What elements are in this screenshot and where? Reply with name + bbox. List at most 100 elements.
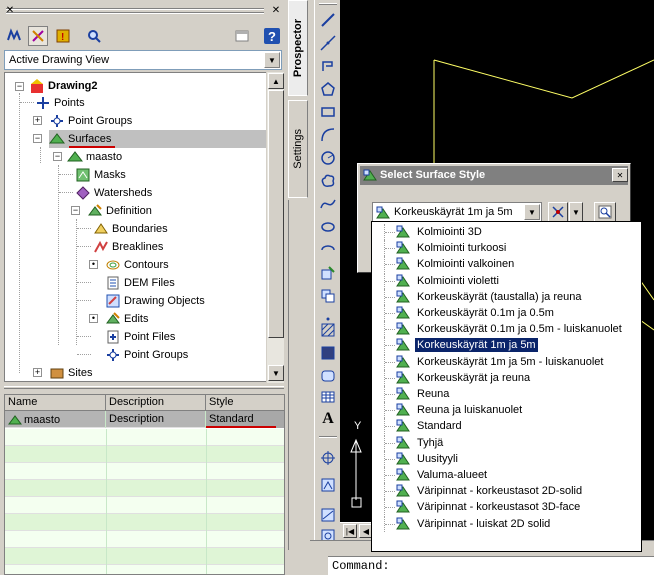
- style-select[interactable]: Korkeuskäyrät 1m ja 5m ▼: [372, 202, 542, 222]
- tab-prospector[interactable]: Prospector: [288, 0, 308, 96]
- region-icon[interactable]: [318, 366, 338, 386]
- tree-scrollbar[interactable]: ▲ ▼: [266, 72, 284, 383]
- style-menu-dropdown-icon[interactable]: ▼: [569, 202, 583, 222]
- tree-item-sites[interactable]: Sites: [49, 364, 92, 381]
- tree-item-maasto[interactable]: maasto: [67, 148, 122, 166]
- panel-close-icon[interactable]: ✕: [4, 6, 16, 18]
- expand-point-groups-icon[interactable]: +: [33, 116, 42, 125]
- surface-tool-icon[interactable]: [318, 475, 338, 495]
- style-option[interactable]: Väripinnat - korkeustasot 2D-solid: [374, 483, 639, 500]
- construction-line-icon[interactable]: [318, 33, 338, 53]
- tree-item-contours[interactable]: Contours: [105, 256, 169, 274]
- dialog-titlebar[interactable]: Select Surface Style ✕: [360, 166, 628, 185]
- polyline-icon[interactable]: [318, 56, 338, 76]
- style-option[interactable]: Reuna: [374, 386, 639, 402]
- style-option[interactable]: Korkeuskäyrät 1m ja 5m: [374, 337, 639, 354]
- scroll-up-icon[interactable]: ▲: [268, 73, 284, 89]
- collapse-definition-icon[interactable]: −: [71, 206, 80, 215]
- tab-settings[interactable]: Settings: [288, 100, 308, 198]
- style-option[interactable]: Uusityyli: [374, 450, 639, 467]
- style-option[interactable]: Kolmiointi violetti: [374, 272, 639, 289]
- expand-edits-icon[interactable]: •: [89, 314, 98, 323]
- surface-list-grid[interactable]: Name Description Style maasto Descriptio…: [4, 394, 285, 575]
- surface-edit-icon[interactable]: [318, 505, 338, 525]
- spline-icon[interactable]: [318, 194, 338, 214]
- tab-scroll-first-icon[interactable]: |◀: [343, 524, 357, 538]
- ellipse-arc-icon[interactable]: [318, 240, 338, 260]
- expand-contours-icon[interactable]: •: [89, 260, 98, 269]
- help-icon[interactable]: ?: [262, 26, 282, 46]
- scroll-down-icon[interactable]: ▼: [268, 365, 284, 381]
- tree-item-point-files[interactable]: Point Files: [105, 328, 175, 346]
- style-option[interactable]: Valuma-alueet: [374, 467, 639, 483]
- ellipse-icon[interactable]: [318, 217, 338, 237]
- style-option[interactable]: Kolmiointi valkoinen: [374, 256, 639, 273]
- style-option-label: Valuma-alueet: [417, 469, 488, 481]
- make-block-icon[interactable]: [318, 286, 338, 306]
- scroll-thumb[interactable]: [268, 90, 284, 338]
- item-view-active-icon[interactable]: [28, 26, 48, 46]
- preview-window-icon[interactable]: [232, 26, 252, 46]
- gradient-icon[interactable]: [318, 343, 338, 363]
- panel-grip[interactable]: [6, 8, 264, 10]
- empty-row: [5, 548, 284, 565]
- preview-style-button[interactable]: [594, 202, 616, 222]
- column-header-name[interactable]: Name: [5, 395, 106, 411]
- search-icon[interactable]: [84, 26, 104, 46]
- tree-item-definition[interactable]: Definition: [87, 202, 152, 220]
- tree-item-point-groups[interactable]: Point Groups: [49, 112, 132, 130]
- chevron-down-icon[interactable]: ▼: [524, 204, 540, 220]
- tree-item-masks[interactable]: Masks: [75, 166, 126, 184]
- style-option[interactable]: Tyhjä: [374, 434, 639, 451]
- style-option[interactable]: Reuna ja luiskanuolet: [374, 402, 639, 419]
- collapse-root-icon[interactable]: −: [15, 82, 24, 91]
- revision-cloud-icon[interactable]: [318, 171, 338, 191]
- warning-shield-icon[interactable]: !: [53, 26, 73, 46]
- tree-item-drawing[interactable]: Drawing2: [29, 77, 98, 95]
- tree-item-def-point-groups[interactable]: Point Groups: [105, 346, 188, 364]
- circle-icon[interactable]: [318, 148, 338, 168]
- table-icon[interactable]: [318, 387, 338, 407]
- mtext-icon[interactable]: A: [318, 409, 338, 429]
- prospector-tree[interactable]: − Drawing2 Points + Point Groups − Surfa…: [4, 72, 268, 382]
- arc-icon[interactable]: [318, 125, 338, 145]
- rectangle-icon[interactable]: [318, 102, 338, 122]
- style-option[interactable]: Korkeuskäyrät 0.1m ja 0.5m - luiskanuole…: [374, 321, 639, 338]
- insert-block-icon[interactable]: [318, 263, 338, 283]
- polygon-icon[interactable]: [318, 79, 338, 99]
- style-option[interactable]: Väripinnat - luiskat 2D solid: [374, 515, 639, 532]
- style-option[interactable]: Korkeuskäyrät 0.1m ja 0.5m: [374, 305, 639, 321]
- tree-item-boundaries[interactable]: Boundaries: [93, 220, 168, 238]
- close-icon[interactable]: ✕: [612, 168, 628, 182]
- style-dropdown-list[interactable]: Kolmiointi 3D Kolmiointi turkoosi Kolmioin…: [371, 221, 642, 552]
- tree-item-watersheds[interactable]: Watersheds: [75, 184, 152, 202]
- tree-item-drawing-objects[interactable]: Drawing Objects: [105, 292, 205, 310]
- style-option[interactable]: Standard: [374, 418, 639, 435]
- style-option[interactable]: Väripinnat - korkeustasot 3D-face: [374, 499, 639, 516]
- tree-item-points[interactable]: Points: [35, 94, 85, 112]
- line-tool-icon[interactable]: [318, 10, 338, 30]
- tree-item-dem-files[interactable]: DEM Files: [105, 274, 175, 292]
- edit-style-button[interactable]: [548, 202, 568, 222]
- tree-item-edits[interactable]: Edits: [105, 310, 148, 328]
- panel-close-icon-right[interactable]: ✕: [270, 6, 282, 18]
- tree-item-breaklines[interactable]: Breaklines: [93, 238, 163, 256]
- cell-description[interactable]: Description: [106, 411, 206, 428]
- style-option[interactable]: Korkeuskäyrät ja reuna: [374, 369, 639, 386]
- collapse-maasto-icon[interactable]: −: [53, 152, 62, 161]
- collapse-surfaces-icon[interactable]: −: [33, 134, 42, 143]
- column-header-description[interactable]: Description: [106, 395, 206, 411]
- style-option[interactable]: Korkeuskäyrät 1m ja 5m - luiskanuolet: [374, 353, 639, 370]
- panel-splitter[interactable]: [4, 386, 284, 389]
- hatch-icon[interactable]: [318, 320, 338, 340]
- chevron-down-icon[interactable]: ▼: [264, 52, 280, 68]
- expand-sites-icon[interactable]: +: [33, 368, 42, 377]
- view-select[interactable]: Active Drawing View ▼: [4, 50, 282, 70]
- style-option[interactable]: Kolmiointi turkoosi: [374, 240, 639, 257]
- command-line[interactable]: Command:: [328, 556, 654, 575]
- column-header-style[interactable]: Style: [206, 395, 284, 411]
- style-option[interactable]: Kolmiointi 3D: [374, 224, 639, 240]
- snap-icon[interactable]: [318, 448, 338, 468]
- style-option[interactable]: Korkeuskäyrät (taustalla) ja reuna: [374, 288, 639, 305]
- toggle-item-view-icon[interactable]: [4, 26, 24, 46]
